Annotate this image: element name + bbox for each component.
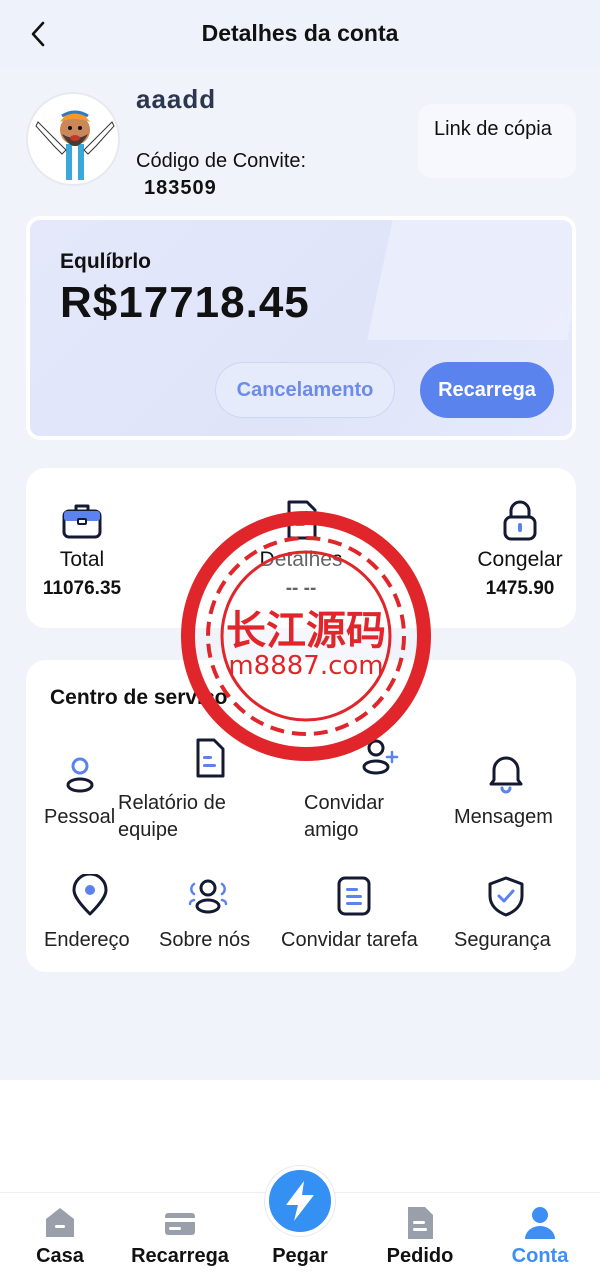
back-button[interactable]: [22, 18, 54, 50]
stat-label: Detalhes: [259, 548, 343, 571]
document-icon: [277, 496, 325, 544]
grab-button[interactable]: [265, 1166, 335, 1236]
stat-total[interactable]: Total 11076.35: [12, 496, 152, 600]
recharge-button[interactable]: Recarrega: [420, 362, 554, 418]
stats-card: Total 11076.35 Detalhes -- -- Congelar 1…: [26, 468, 576, 628]
lock-icon: [496, 496, 544, 544]
report-icon: [188, 736, 232, 780]
avatar[interactable]: [26, 92, 120, 186]
account-icon: [523, 1205, 557, 1241]
lightning-icon: [286, 1181, 314, 1221]
bell-icon: [484, 752, 528, 796]
tab-home[interactable]: Casa: [0, 1193, 120, 1274]
user-icon: [58, 752, 102, 796]
location-icon: [68, 872, 112, 918]
card-decoration: [367, 220, 572, 340]
avatar-image: [28, 94, 118, 184]
shield-icon: [484, 874, 528, 918]
service-label: Pessoal: [44, 806, 116, 828]
home-icon: [43, 1205, 77, 1241]
service-center-title: Centro de serviço: [50, 686, 228, 709]
profile-section: aaadd Código de Convite: 183509 Link de …: [0, 80, 600, 210]
cancel-button[interactable]: Cancelamento: [215, 362, 395, 418]
stat-value: -- --: [285, 578, 317, 599]
service-center-card: Centro de serviço Pessoal Relatório de e…: [26, 660, 576, 972]
service-label: Mensagem: [454, 806, 553, 828]
stat-label: Total: [59, 548, 105, 571]
service-label: Relatório de equipe: [118, 792, 226, 841]
briefcase-icon: [58, 496, 106, 544]
stat-details[interactable]: Detalhes -- --: [231, 496, 371, 600]
username: aaadd: [136, 84, 217, 114]
tab-orders[interactable]: Pedido: [360, 1193, 480, 1274]
add-user-icon: [356, 736, 400, 780]
copy-link-button[interactable]: Link de cópia: [418, 104, 576, 178]
invite-code-value: 183509: [144, 177, 217, 199]
stat-frozen[interactable]: Congelar 1475.90: [450, 496, 590, 600]
tab-recharge[interactable]: Recarrega: [120, 1193, 240, 1274]
balance-card: Equlíbrlo R$17718.45 Cancelamento Recarr…: [26, 216, 576, 440]
chevron-left-icon: [31, 21, 45, 47]
balance-label: Equlíbrlo: [60, 250, 151, 273]
service-label: Convidar tarefa: [281, 929, 418, 951]
task-list-icon: [332, 874, 376, 918]
invite-code-label: Código de Convite:: [136, 150, 307, 172]
service-label: Segurança: [454, 929, 551, 951]
tab-label: Conta: [511, 1245, 569, 1267]
tab-label: Casa: [36, 1245, 84, 1267]
tab-label: Pedido: [386, 1245, 454, 1267]
stat-value: 11076.35: [42, 578, 122, 599]
top-bar: Detalhes da conta: [0, 0, 600, 66]
service-label: Convidar amigo: [304, 792, 385, 841]
tab-label: Recarrega: [131, 1245, 229, 1267]
stat-value: 1475.90: [485, 578, 555, 599]
page-title: Detalhes da conta: [201, 19, 399, 46]
tab-label: Pegar: [272, 1245, 328, 1267]
order-icon: [403, 1205, 437, 1241]
balance-value: R$17718.45: [60, 278, 310, 327]
card-icon: [163, 1205, 197, 1241]
team-icon: [186, 874, 230, 918]
stat-label: Congelar: [477, 548, 563, 571]
service-label: Endereço: [44, 929, 130, 951]
service-label: Sobre nós: [159, 929, 251, 951]
tab-account[interactable]: Conta: [480, 1193, 600, 1274]
